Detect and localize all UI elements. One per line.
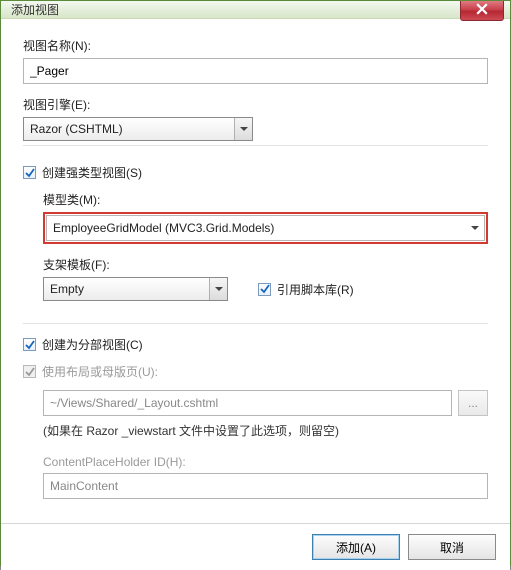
titlebar: 添加视图 [1,1,510,19]
dialog-footer: 添加(A) 取消 [1,523,510,570]
dialog-body: 视图名称(N): 视图引擎(E): Razor (CSHTML) 创建强类型视图… [1,19,510,523]
chevron-down-icon [234,118,252,140]
model-class-value: EmployeeGridModel (MVC3.Grid.Models) [53,221,274,235]
partial-view-checkbox-row[interactable]: 创建为分部视图(C) [23,336,488,353]
checkbox-icon [23,365,36,378]
layout-path-input [43,390,452,416]
strongly-typed-label: 创建强类型视图(S) [42,164,142,181]
close-icon [476,2,488,20]
scaffold-label: 支架模板(F): [43,256,488,273]
view-engine-value: Razor (CSHTML) [30,122,123,136]
strongly-typed-checkbox-row[interactable]: 创建强类型视图(S) [23,164,488,181]
checkbox-icon [258,283,271,296]
model-class-label: 模型类(M): [43,191,488,208]
view-name-label: 视图名称(N): [23,37,488,54]
ref-scripts-label: 引用脚本库(R) [277,281,354,298]
cph-input [43,473,488,499]
close-button[interactable] [460,1,504,21]
browse-button: ... [458,390,488,416]
model-class-combo[interactable]: EmployeeGridModel (MVC3.Grid.Models) [46,215,485,241]
use-layout-checkbox-row: 使用布局或母版页(U): [23,363,488,380]
use-layout-label: 使用布局或母版页(U): [42,363,158,380]
scaffold-value: Empty [50,282,84,296]
window-title: 添加视图 [11,1,59,18]
chevron-down-icon [466,216,484,240]
view-name-input[interactable] [23,58,488,84]
chevron-down-icon [209,278,227,300]
ref-scripts-checkbox-row[interactable]: 引用脚本库(R) [258,281,354,298]
partial-view-label: 创建为分部视图(C) [42,336,143,353]
dialog-window: 添加视图 视图名称(N): 视图引擎(E): Razor (CSHTML) 创建… [0,0,511,566]
checkbox-icon [23,338,36,351]
view-engine-label: 视图引擎(E): [23,96,488,113]
cph-label: ContentPlaceHolder ID(H): [43,455,488,469]
checkbox-icon [23,166,36,179]
scaffold-combo[interactable]: Empty [43,277,228,301]
add-button[interactable]: 添加(A) [312,534,400,560]
layout-hint: (如果在 Razor _viewstart 文件中设置了此选项，则留空) [43,422,488,439]
cancel-button[interactable]: 取消 [408,534,496,560]
view-engine-combo[interactable]: Razor (CSHTML) [23,117,253,141]
